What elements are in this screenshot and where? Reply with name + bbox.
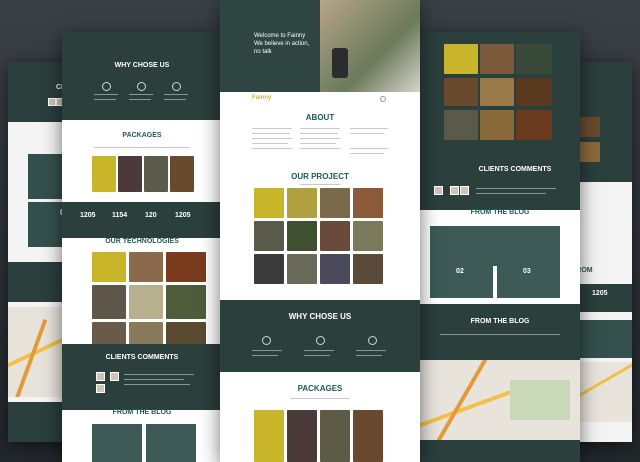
clients-title: CLIENTS COMMENTS: [105, 354, 179, 361]
blog-card[interactable]: 03: [497, 262, 560, 298]
project-tile[interactable]: [254, 254, 284, 284]
package-card[interactable]: [92, 156, 116, 192]
project-tile[interactable]: [254, 188, 284, 218]
project-tile[interactable]: [353, 254, 383, 284]
project-tile[interactable]: [480, 44, 514, 74]
why-title: WHY CHOSE US: [288, 312, 352, 321]
package-card[interactable]: [144, 156, 168, 192]
blog-title: FROM THE BLOG: [470, 209, 530, 216]
project-tile[interactable]: [516, 78, 552, 106]
package-card[interactable]: [170, 156, 194, 192]
center-page: Welcome to Fainny We believe in action, …: [220, 0, 420, 462]
avatar: [434, 186, 443, 195]
package-card[interactable]: [254, 410, 284, 462]
project-tile[interactable]: [320, 221, 350, 251]
blog-card[interactable]: [146, 424, 196, 462]
blog-card[interactable]: [92, 424, 142, 462]
packages-title: PACKAGES: [297, 384, 343, 393]
project-tile[interactable]: [353, 188, 383, 218]
stats-band: 1205 1154 120 1205: [62, 202, 222, 238]
feature-icon: [368, 336, 377, 345]
tech-tile: [92, 285, 126, 319]
project-tile[interactable]: [480, 110, 514, 140]
tech-tile: [92, 252, 126, 282]
tech-tile: [166, 252, 206, 282]
project-tile[interactable]: [287, 254, 317, 284]
project-tile[interactable]: [287, 188, 317, 218]
tech-tile: [129, 285, 163, 319]
map: [420, 360, 580, 440]
project-tile[interactable]: [516, 44, 552, 74]
nav-search-icon[interactable]: [380, 96, 386, 102]
avatar: [110, 372, 119, 381]
blog2-title: FROM THE BLOG: [470, 318, 530, 325]
feature-icon: [172, 82, 181, 91]
stat-value: 1205: [592, 290, 608, 297]
why-section: WHY CHOSE US: [62, 32, 222, 120]
feature-icon: [316, 336, 325, 345]
project-tile[interactable]: [254, 221, 284, 251]
package-card[interactable]: [320, 410, 350, 462]
blog-card[interactable]: [430, 226, 560, 266]
feature-icon: [102, 82, 111, 91]
clients-section: CLIENTS COMMENTS: [420, 150, 580, 210]
project-tile[interactable]: [444, 110, 478, 140]
package-card[interactable]: [118, 156, 142, 192]
package-card[interactable]: [353, 410, 383, 462]
feature-icon: [262, 336, 271, 345]
package-card[interactable]: [287, 410, 317, 462]
about-title: ABOUT: [305, 113, 335, 122]
blog2-section: FROM THE BLOG: [420, 304, 580, 360]
project-tile[interactable]: [287, 221, 317, 251]
why-title: WHY CHOSE US: [114, 62, 170, 69]
stat-value: 1205: [80, 212, 96, 219]
stat-value: 1154: [112, 212, 128, 219]
avatar: [460, 186, 469, 195]
project-tile[interactable]: [444, 78, 478, 106]
avatar: [96, 384, 105, 393]
projects-section: [420, 32, 580, 152]
project-tile[interactable]: [444, 44, 478, 74]
clients-title: CLIENTS COMMENTS: [478, 166, 552, 173]
blog-number: 02: [456, 268, 464, 275]
why-section: WHY CHOSE US: [220, 300, 420, 372]
stat-value: 1205: [175, 212, 191, 219]
tech-tile: [166, 285, 206, 319]
blog-card[interactable]: 02: [430, 262, 493, 298]
packages-title: PACKAGES: [122, 132, 162, 139]
feature-icon: [137, 82, 146, 91]
avatar: [450, 186, 459, 195]
left-main-page: WHY CHOSE US PACKAGES 1205 1154 120 1205…: [62, 32, 222, 462]
stat-value: 120: [145, 212, 157, 219]
project-tile[interactable]: [320, 188, 350, 218]
logo[interactable]: Fainny: [252, 95, 271, 101]
right-main-page: CLIENTS COMMENTS FROM THE BLOG 02 03 FRO…: [420, 32, 580, 462]
hero: Welcome to Fainny We believe in action, …: [220, 0, 420, 92]
project-tile[interactable]: [320, 254, 350, 284]
project-tile[interactable]: [480, 78, 514, 106]
avatar: [48, 98, 56, 106]
hero-text: Welcome to Fainny We believe in action, …: [254, 33, 310, 55]
tech-tile: [129, 252, 163, 282]
project-title: OUR PROJECT: [291, 172, 349, 181]
project-tile[interactable]: [516, 110, 552, 140]
project-tile[interactable]: [353, 221, 383, 251]
blog-title: FROM THE BLOG: [112, 409, 172, 416]
clients-section: CLIENTS COMMENTS: [62, 344, 222, 410]
tech-title: OUR TECHNOLOGIES: [105, 238, 179, 245]
blog-number: 03: [523, 268, 531, 275]
footer: [420, 440, 580, 462]
avatar: [96, 372, 105, 381]
